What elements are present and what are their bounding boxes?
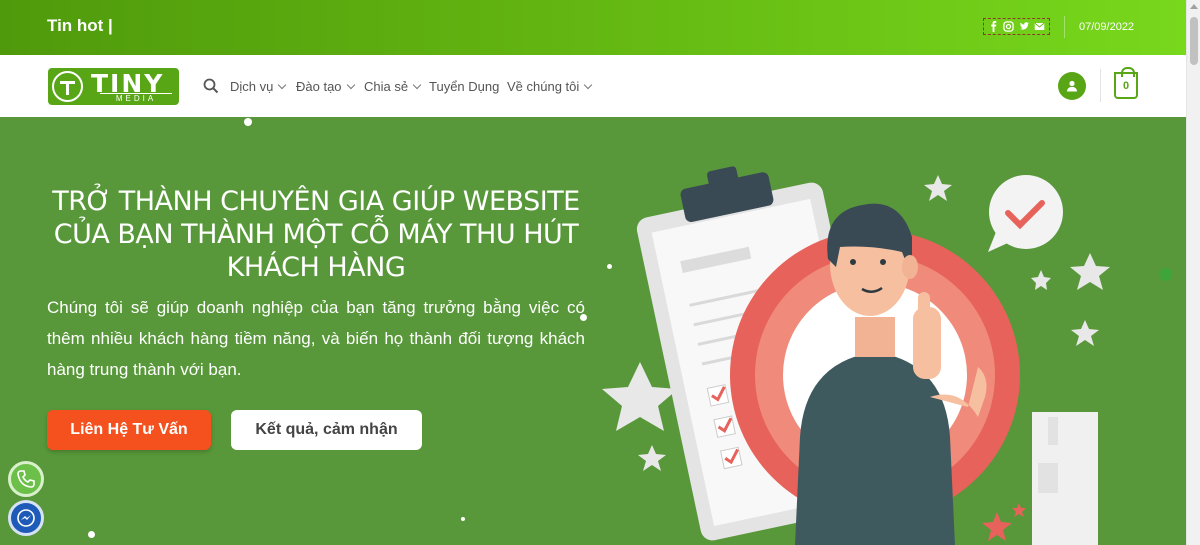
- instagram-icon[interactable]: [1003, 21, 1015, 32]
- star-icon: [602, 362, 678, 431]
- facebook-icon[interactable]: [988, 21, 999, 32]
- user-icon: [1067, 80, 1077, 92]
- nav-divider: [1100, 69, 1101, 102]
- scroll-up-icon[interactable]: [1190, 4, 1198, 9]
- phone-icon: [17, 470, 35, 488]
- nav-item-dao-tao[interactable]: Đào tạo: [296, 79, 355, 94]
- chevron-down-icon: [584, 80, 593, 90]
- star-icon: [1070, 253, 1110, 290]
- star-icon: [1012, 503, 1026, 517]
- results-feedback-button[interactable]: Kết quả, cảm nhận: [231, 410, 422, 450]
- logo-sub: MEDIA: [100, 93, 172, 103]
- star-icon: [1071, 320, 1099, 346]
- decor-dot: [244, 118, 252, 126]
- search-icon[interactable]: [203, 78, 219, 94]
- hero-title-line: CỦA BẠN THÀNH MỘT CỖ MÁY THU HÚT: [53, 219, 579, 250]
- top-bar: Tin hot | 07/09/2022: [0, 0, 1186, 55]
- date-label: 07/09/2022: [1079, 21, 1135, 33]
- decor-dot: [88, 531, 95, 538]
- decor-dot: [1159, 268, 1172, 281]
- decor-dot: [461, 517, 465, 521]
- star-icon: [924, 175, 952, 201]
- call-float-button[interactable]: [8, 461, 44, 497]
- chevron-down-icon: [278, 80, 287, 90]
- hot-news-label: Tin hot |: [47, 16, 113, 35]
- messenger-float-button[interactable]: [8, 500, 44, 536]
- site-logo[interactable]: TINY MEDIA: [48, 68, 179, 105]
- hero-description: Chúng tôi sẽ giúp doanh nghiệp của bạn t…: [47, 298, 585, 379]
- topbar-divider: [1064, 16, 1065, 38]
- account-button[interactable]: [1058, 72, 1086, 100]
- nav-item-label: Tuyển Dụng: [429, 79, 500, 94]
- cart-button[interactable]: 0: [1114, 67, 1138, 99]
- nav-item-tuyen-dung[interactable]: Tuyển Dụng: [429, 79, 499, 94]
- scrollbar-thumb[interactable]: [1190, 17, 1198, 65]
- twitter-icon[interactable]: [1019, 21, 1030, 32]
- chevron-down-icon: [346, 80, 355, 90]
- nav-item-label: Về chúng tôi: [507, 79, 580, 94]
- messenger-icon: [17, 509, 35, 527]
- hero-section: TRỞ THÀNH CHUYÊN GIA GIÚP WEBSITE CỦA BẠ…: [0, 117, 1186, 545]
- nav-item-label: Đào tạo: [296, 79, 342, 94]
- logo-mark: [52, 71, 83, 102]
- mail-icon[interactable]: [1034, 21, 1045, 32]
- main-navbar: TINY MEDIA Dịch vụ Đào tạo Chia sẻ Tuyển…: [0, 55, 1186, 117]
- hero-title: TRỞ THÀNH CHUYÊN GIA GIÚP WEBSITE CỦA BẠ…: [30, 185, 602, 284]
- nav-item-label: Chia sẻ: [364, 79, 409, 94]
- page-scrollbar[interactable]: [1186, 0, 1200, 545]
- decor-dot: [580, 314, 587, 321]
- nav-item-label: Dịch vụ: [230, 79, 274, 94]
- hero-title-line: TRỞ THÀNH CHUYÊN GIA GIÚP WEBSITE: [52, 186, 580, 217]
- hero-illustration: [602, 166, 1110, 545]
- nav-item-ve-chung-toi[interactable]: Về chúng tôi: [507, 79, 593, 94]
- chevron-down-icon: [412, 80, 422, 90]
- nav-item-chia-se[interactable]: Chia sẻ: [364, 79, 422, 94]
- cart-count: 0: [1122, 79, 1130, 92]
- star-icon: [982, 512, 1012, 541]
- hero-title-line: KHÁCH HÀNG: [226, 252, 406, 283]
- star-icon: [1031, 270, 1051, 290]
- nav-item-dich-vu[interactable]: Dịch vụ: [230, 79, 287, 94]
- social-links: [983, 18, 1050, 35]
- star-icon: [638, 445, 666, 471]
- contact-consult-button[interactable]: Liên Hệ Tư Vấn: [47, 410, 211, 450]
